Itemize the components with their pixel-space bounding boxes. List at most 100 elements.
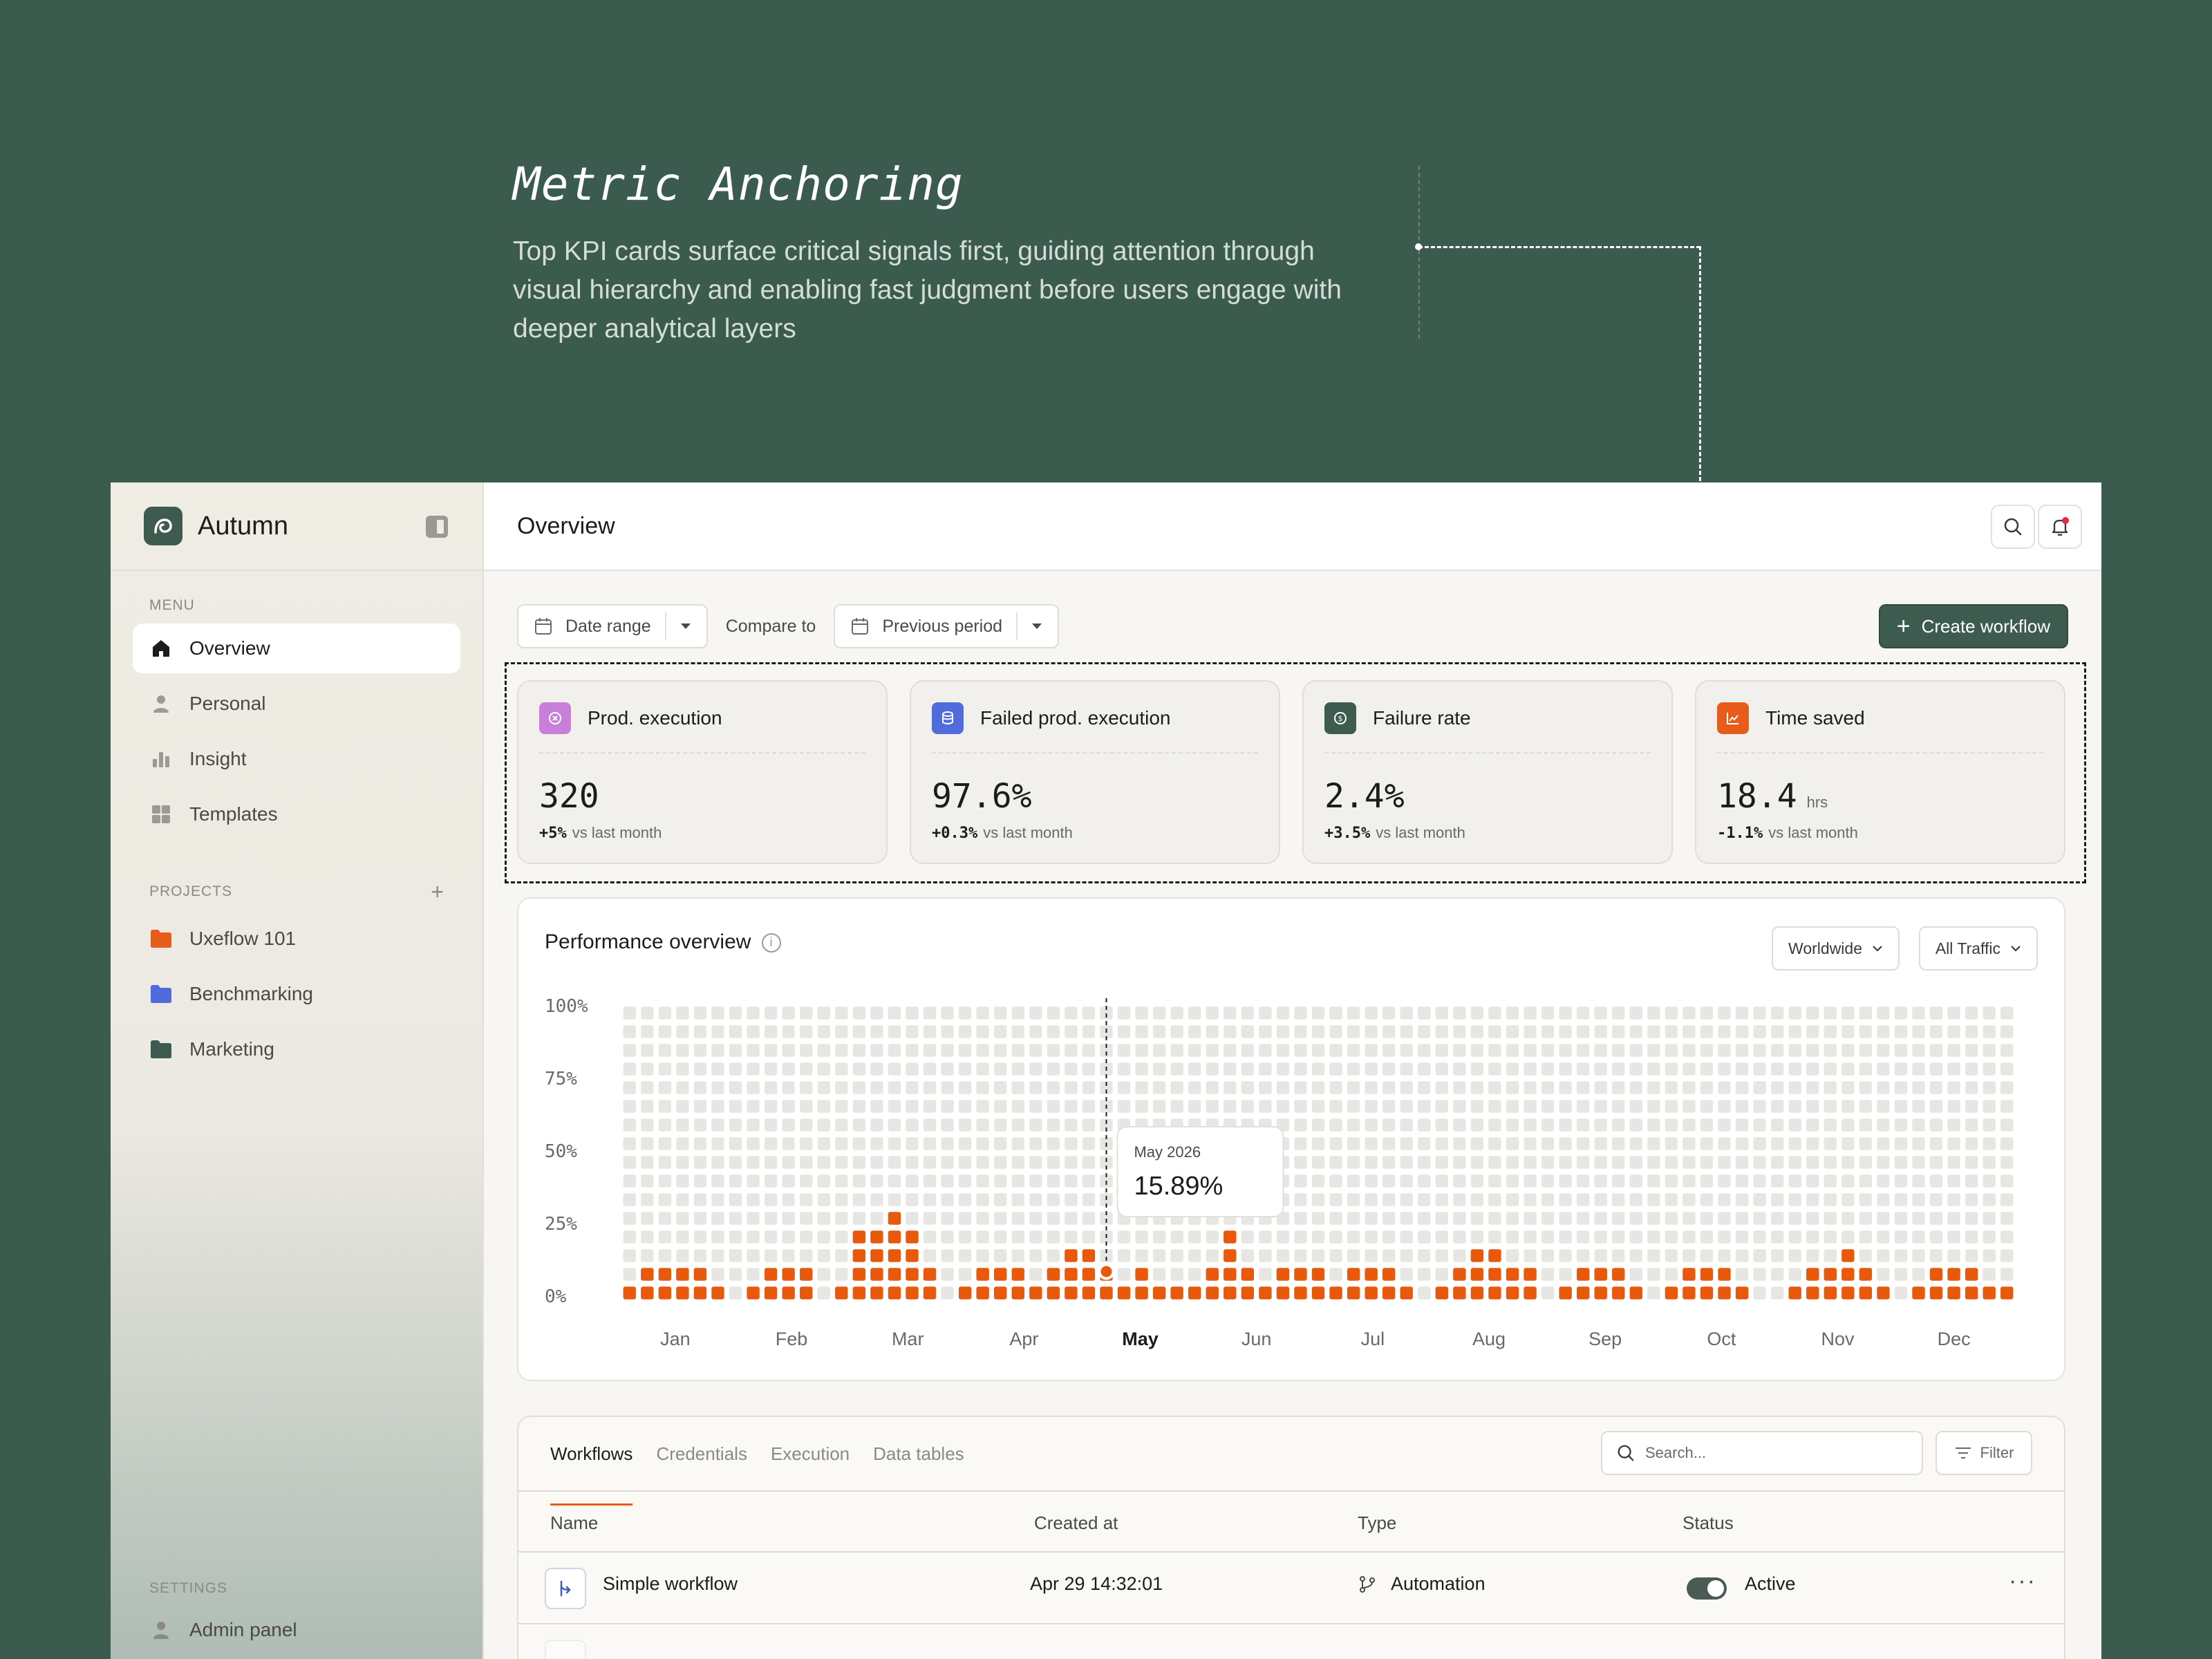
chart-cell-track — [1576, 1156, 1590, 1169]
menu-section-label: MENU — [149, 597, 195, 613]
chart-cell-track — [1488, 1118, 1501, 1132]
add-project-icon[interactable]: + — [431, 879, 444, 905]
chart-cell-active — [958, 1286, 972, 1300]
month-label[interactable]: Nov — [1821, 1329, 1855, 1349]
table-row[interactable]: Simple workflow Apr 29 14:32:01 Automati… — [518, 1553, 2064, 1624]
collapse-sidebar-icon[interactable] — [426, 516, 448, 538]
column-type[interactable]: Type — [1358, 1512, 1396, 1534]
chart-cell-track — [1877, 1249, 1890, 1262]
month-label[interactable]: May — [1122, 1329, 1159, 1349]
sidebar-item-overview[interactable]: Overview — [133, 624, 460, 673]
sidebar-item-templates[interactable]: Templates — [133, 789, 460, 839]
search-button[interactable] — [1991, 505, 2035, 549]
tab-execution[interactable]: Execution — [771, 1438, 850, 1490]
chart-cell-track — [1770, 1174, 1784, 1188]
chart-cell-track — [1365, 1025, 1378, 1038]
month-label[interactable]: Jan — [660, 1329, 691, 1349]
chart-cell-track — [1665, 1193, 1678, 1206]
chart-cell-track — [1824, 1249, 1837, 1262]
chart-cell-track — [729, 1062, 742, 1076]
project-item-uxeflow[interactable]: Uxeflow 101 — [133, 914, 460, 964]
chart-cell-active — [1152, 1286, 1166, 1300]
compare-period-select[interactable]: Previous period — [834, 604, 1060, 648]
chart-cell-track — [1965, 1174, 1978, 1188]
month-label[interactable]: Apr — [1009, 1329, 1038, 1349]
sidebar-item-admin-panel[interactable]: Admin panel — [133, 1605, 460, 1655]
sidebar-item-insight[interactable]: Insight — [133, 734, 460, 784]
row-name[interactable]: Simple workflow — [603, 1573, 738, 1595]
month-label[interactable]: Oct — [1707, 1329, 1736, 1349]
chart-cell-track — [623, 1137, 636, 1150]
chart-cell-track — [870, 1081, 883, 1094]
chart-cell-track — [1612, 1006, 1625, 1020]
chart-cell-active — [1311, 1268, 1325, 1281]
project-item-benchmarking[interactable]: Benchmarking — [133, 969, 460, 1019]
month-label[interactable]: Jun — [1241, 1329, 1272, 1349]
chart-cell-active — [1188, 1286, 1201, 1300]
tooltip-value: 15.89% — [1134, 1172, 1223, 1201]
chart-cell-track — [676, 1193, 689, 1206]
column-name[interactable]: Name — [550, 1512, 598, 1534]
chart-cell-track — [1206, 1062, 1219, 1076]
chart-cell-track — [729, 1156, 742, 1169]
tab-workflows[interactable]: Workflows — [550, 1438, 633, 1506]
chart-cell-active — [1700, 1286, 1714, 1300]
month-label[interactable]: Feb — [776, 1329, 808, 1349]
column-status[interactable]: Status — [1683, 1512, 1734, 1534]
table-row[interactable] — [518, 1624, 2064, 1659]
chart-cell-track — [1947, 1081, 1960, 1094]
chart-cell-track — [1224, 1025, 1237, 1038]
chart-cell-track — [1382, 1193, 1396, 1206]
chart-cell-track — [1576, 1118, 1590, 1132]
chart-cell-track — [1718, 1174, 1731, 1188]
chart-cell-track — [1947, 1174, 1960, 1188]
chart-cell-track — [1700, 1174, 1714, 1188]
chart-cell-track — [1506, 1044, 1519, 1057]
chart-cell-track — [1983, 1174, 1996, 1188]
date-range-select[interactable]: Date range — [517, 604, 708, 648]
chart-cell-track — [835, 1193, 848, 1206]
table-search-input[interactable]: Search... — [1601, 1431, 1923, 1475]
chart-cell-track — [658, 1137, 672, 1150]
chart-cell-active — [1718, 1268, 1731, 1281]
column-created-at[interactable]: Created at — [1034, 1512, 1118, 1534]
month-label[interactable]: Aug — [1472, 1329, 1506, 1349]
chart-cell-track — [658, 1062, 672, 1076]
status-toggle[interactable] — [1687, 1577, 1727, 1600]
chart-cell-track — [941, 1268, 954, 1281]
project-item-marketing[interactable]: Marketing — [133, 1024, 460, 1074]
chart-cell-track — [693, 1118, 707, 1132]
chart-cell-track — [747, 1212, 760, 1225]
notifications-button[interactable] — [2038, 505, 2082, 549]
chart-cell-track — [1065, 1044, 1078, 1057]
brand-logo-icon[interactable] — [144, 507, 182, 545]
chart-cell-track — [1753, 1174, 1766, 1188]
chart-cell-track — [1029, 1025, 1042, 1038]
create-workflow-button[interactable]: + Create workflow — [1878, 604, 2068, 648]
month-label[interactable]: Jul — [1361, 1329, 1385, 1349]
month-label[interactable]: Mar — [892, 1329, 924, 1349]
month-label[interactable]: Sep — [1588, 1329, 1622, 1349]
chart-cell-track — [888, 1044, 901, 1057]
chart-cell-track — [1065, 1062, 1078, 1076]
git-branch-icon — [1358, 1575, 1377, 1599]
chart-cell-track — [1418, 1230, 1431, 1244]
more-options-icon[interactable]: ··· — [2009, 1568, 2036, 1595]
tab-data-tables[interactable]: Data tables — [873, 1438, 964, 1490]
tab-credentials[interactable]: Credentials — [656, 1438, 747, 1490]
filter-button[interactable]: Filter — [1936, 1431, 2032, 1475]
chart-cell-track — [1718, 1156, 1731, 1169]
chart-cell-track — [1753, 1100, 1766, 1113]
chart-cell-track — [1859, 1156, 1873, 1169]
chart-cell-track — [958, 1212, 972, 1225]
chart-cell-track — [764, 1249, 778, 1262]
highlight-marker[interactable] — [1098, 1263, 1115, 1280]
chart-cell-track — [1665, 1062, 1678, 1076]
project-item-label: Benchmarking — [189, 983, 313, 1004]
chart-cell-active — [835, 1286, 848, 1300]
chart-cell-track — [817, 1174, 830, 1188]
month-label[interactable]: Dec — [1938, 1329, 1971, 1349]
performance-chart[interactable]: 100% 75% 50% 25% 0% Jan Feb Mar Apr May Jun Jul Aug S… — [518, 899, 2067, 1382]
search-placeholder: Search... — [1645, 1444, 1707, 1461]
sidebar-item-personal[interactable]: Personal — [133, 679, 460, 729]
